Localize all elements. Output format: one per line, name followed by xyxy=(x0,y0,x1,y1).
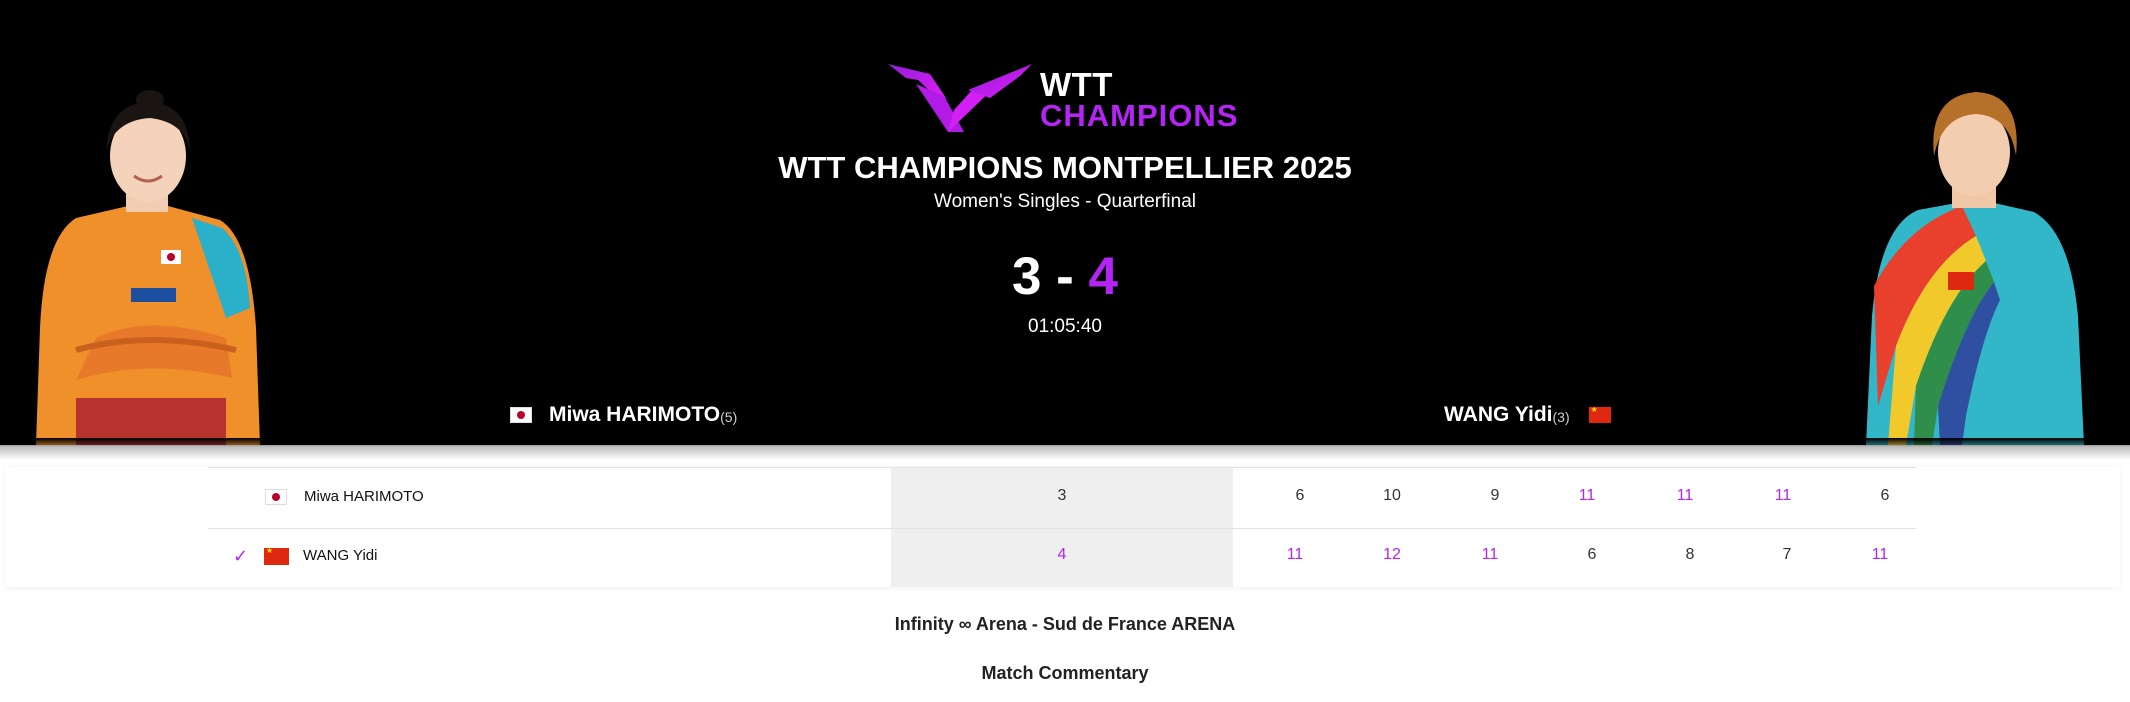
game-score: 10 xyxy=(1383,487,1401,504)
player1-photo[interactable] xyxy=(36,88,260,445)
game-score: 9 xyxy=(1490,487,1500,504)
game-score: 7 xyxy=(1782,546,1792,563)
game-score: 11 xyxy=(1481,546,1499,563)
logo-champions-text: CHAMPIONS xyxy=(1040,98,1239,133)
sets-won-player1: 3 xyxy=(1057,487,1067,504)
match-score: 3 - 4 xyxy=(0,250,2130,303)
game-score: 6 xyxy=(1587,546,1597,563)
player1-header[interactable]: Miwa HARIMOTO (5) xyxy=(510,400,737,430)
game-score: 8 xyxy=(1685,546,1695,563)
match-hero: WTT CHAMPIONS WTT CHAMPIONS MONTPELLIER … xyxy=(0,0,2130,445)
check-icon: ✓ xyxy=(233,546,249,567)
score-separator: - xyxy=(1041,247,1089,306)
cn-flag-icon xyxy=(1588,405,1611,423)
game-score: 11 xyxy=(1286,546,1304,563)
row-player2-name[interactable]: WANG Yidi xyxy=(303,547,377,564)
match-duration: 01:05:40 xyxy=(1028,316,1102,337)
wtt-logo-mark xyxy=(888,64,1032,132)
hero-fade xyxy=(0,438,2130,460)
game-score: 11 xyxy=(1774,487,1792,504)
match-commentary-link[interactable]: Match Commentary xyxy=(0,663,2130,684)
event-subtitle: Women's Singles - Quarterfinal xyxy=(934,191,1196,212)
venue-name: Infinity ∞ Arena - Sud de France ARENA xyxy=(894,614,1236,634)
score-player2: 4 xyxy=(1088,247,1119,306)
game-score: 11 xyxy=(1871,546,1889,563)
player1-name: Miwa HARIMOTO xyxy=(549,403,721,426)
jp-flag-icon xyxy=(265,489,287,505)
player2-seed: (3) xyxy=(1552,409,1570,425)
player2-name: WANG Yidi xyxy=(1444,403,1553,426)
sets-won-player2: 4 xyxy=(1057,546,1067,563)
game-score: 6 xyxy=(1880,487,1890,504)
cn-flag-icon xyxy=(264,546,289,565)
logo-wtt-text: WTT xyxy=(1040,66,1113,103)
game-score: 12 xyxy=(1383,546,1401,563)
game-score: 6 xyxy=(1295,487,1305,504)
game-score: 11 xyxy=(1676,487,1694,504)
player2-photo[interactable] xyxy=(1866,86,2084,445)
row-player1-name[interactable]: Miwa HARIMOTO xyxy=(304,488,424,505)
wtt-champions-logo[interactable]: WTT CHAMPIONS xyxy=(888,62,1237,134)
game-score: 11 xyxy=(1578,487,1596,504)
player2-header[interactable]: WANG Yidi (3) xyxy=(1444,400,1611,430)
event-title: WTT CHAMPIONS MONTPELLIER 2025 xyxy=(778,150,1352,185)
jp-flag-icon xyxy=(510,407,532,423)
player1-seed: (5) xyxy=(720,409,738,425)
score-player1: 3 xyxy=(1011,247,1042,306)
